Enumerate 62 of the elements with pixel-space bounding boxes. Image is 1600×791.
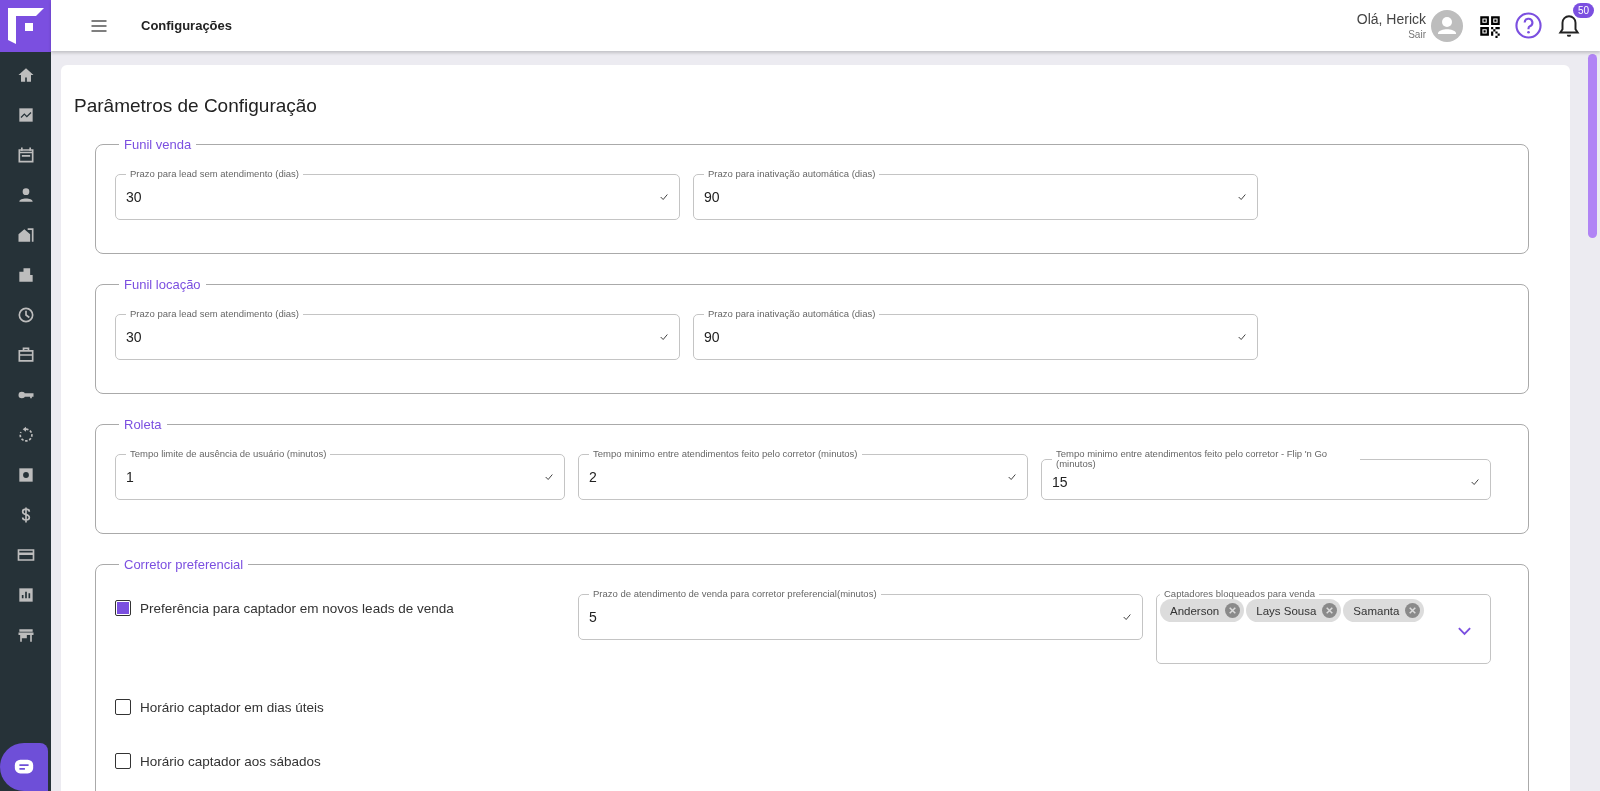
page-title: Parâmetros de Configuração xyxy=(74,95,318,117)
field-value: 1 xyxy=(126,469,134,486)
input-field[interactable]: Prazo para inativação automática (dias) 90 xyxy=(693,309,1258,360)
name-chip[interactable]: Anderson xyxy=(1160,599,1245,623)
input-field[interactable]: Tempo minimo entre atendimentos feito pelo corretor - Flip 'n Go (minutos) 15 xyxy=(1041,449,1491,500)
greeting-text: Olá, Herick xyxy=(1356,11,1426,27)
field-value: 2 xyxy=(589,469,597,486)
field-value: 90 xyxy=(704,329,720,346)
section-title: Funil locação xyxy=(123,277,202,292)
check-icon xyxy=(1237,332,1247,343)
notification-badge: 50 xyxy=(1572,2,1594,18)
field-value: 90 xyxy=(704,189,720,206)
input-field[interactable]: Tempo limite de ausência de usuário (minutos) 1 xyxy=(115,449,565,500)
field-label: Prazo de atendimento de venda para corretor preferencial(minutos) xyxy=(592,589,878,600)
checkbox-label[interactable]: Horário captador aos sábados xyxy=(140,753,321,769)
chevron-down-icon[interactable] xyxy=(1457,626,1472,637)
checkbox-label[interactable]: Preferência para captador em novos leads de venda xyxy=(140,600,454,616)
remove-icon[interactable] xyxy=(1322,603,1338,619)
field-label: Prazo para inativação automática (dias) xyxy=(707,169,877,180)
chat-button[interactable] xyxy=(0,743,48,791)
section-title: Corretor preferencial xyxy=(123,557,245,572)
name-chip[interactable]: Lays Sousa xyxy=(1246,599,1342,623)
input-field[interactable]: Prazo para lead sem atendimento (dias) 30 xyxy=(115,309,680,360)
field-label: Prazo para inativação automática (dias) xyxy=(707,309,877,320)
input-field[interactable]: Prazo para lead sem atendimento (dias) 30 xyxy=(115,169,680,220)
input-field[interactable]: Prazo para inativação automática (dias) 90 xyxy=(693,169,1258,220)
field-value: 30 xyxy=(126,329,142,346)
check-icon xyxy=(1007,472,1017,483)
check-icon xyxy=(1237,192,1247,203)
remove-icon[interactable] xyxy=(1225,603,1241,619)
scrollbar[interactable] xyxy=(1588,54,1597,238)
field-label: Tempo limite de ausência de usuário (minutos) xyxy=(129,449,328,460)
page-header-title: Configurações xyxy=(141,18,232,33)
input-field[interactable]: Tempo minimo entre atendimentos feito pelo corretor (minutos) 2 xyxy=(578,449,1028,500)
logout-link[interactable]: Sair xyxy=(1408,29,1426,40)
field-value: 15 xyxy=(1052,474,1068,491)
checkbox[interactable] xyxy=(115,600,131,616)
field-value: 5 xyxy=(589,609,597,626)
field-label: Prazo para lead sem atendimento (dias) xyxy=(129,309,300,320)
input-field[interactable]: Prazo de atendimento de venda para corretor preferencial(minutos) 5 xyxy=(578,589,1143,640)
check-icon xyxy=(1470,477,1480,488)
multi-select-field[interactable]: Captadores bloqueados para venda Anderson Lays Sousa Samanta xyxy=(1156,589,1491,664)
field-label: Prazo para lead sem atendimento (dias) xyxy=(129,169,300,180)
section-title: Roleta xyxy=(123,417,163,432)
remove-icon[interactable] xyxy=(1405,603,1421,619)
field-label: Tempo minimo entre atendimentos feito pelo corretor (minutos) xyxy=(592,449,859,460)
logo-icon xyxy=(5,6,46,46)
check-icon xyxy=(659,192,669,203)
section-title: Funil venda xyxy=(123,137,193,152)
field-value: 30 xyxy=(126,189,142,206)
check-icon xyxy=(1122,612,1132,623)
name-chip[interactable]: Samanta xyxy=(1343,599,1425,623)
help-icon[interactable] xyxy=(1515,12,1542,39)
field-label: Tempo minimo entre atendimentos feito pelo corretor - Flip 'n Go (minutos) xyxy=(1055,449,1329,470)
field-label: Captadores bloqueados para venda xyxy=(1163,589,1317,600)
checkbox[interactable] xyxy=(115,699,131,715)
checkbox[interactable] xyxy=(115,753,131,769)
bell-icon[interactable] xyxy=(1556,12,1582,39)
logo[interactable] xyxy=(0,0,51,52)
checkbox-label[interactable]: Horário captador em dias úteis xyxy=(140,699,324,715)
check-icon xyxy=(544,472,554,483)
check-icon xyxy=(659,332,669,343)
